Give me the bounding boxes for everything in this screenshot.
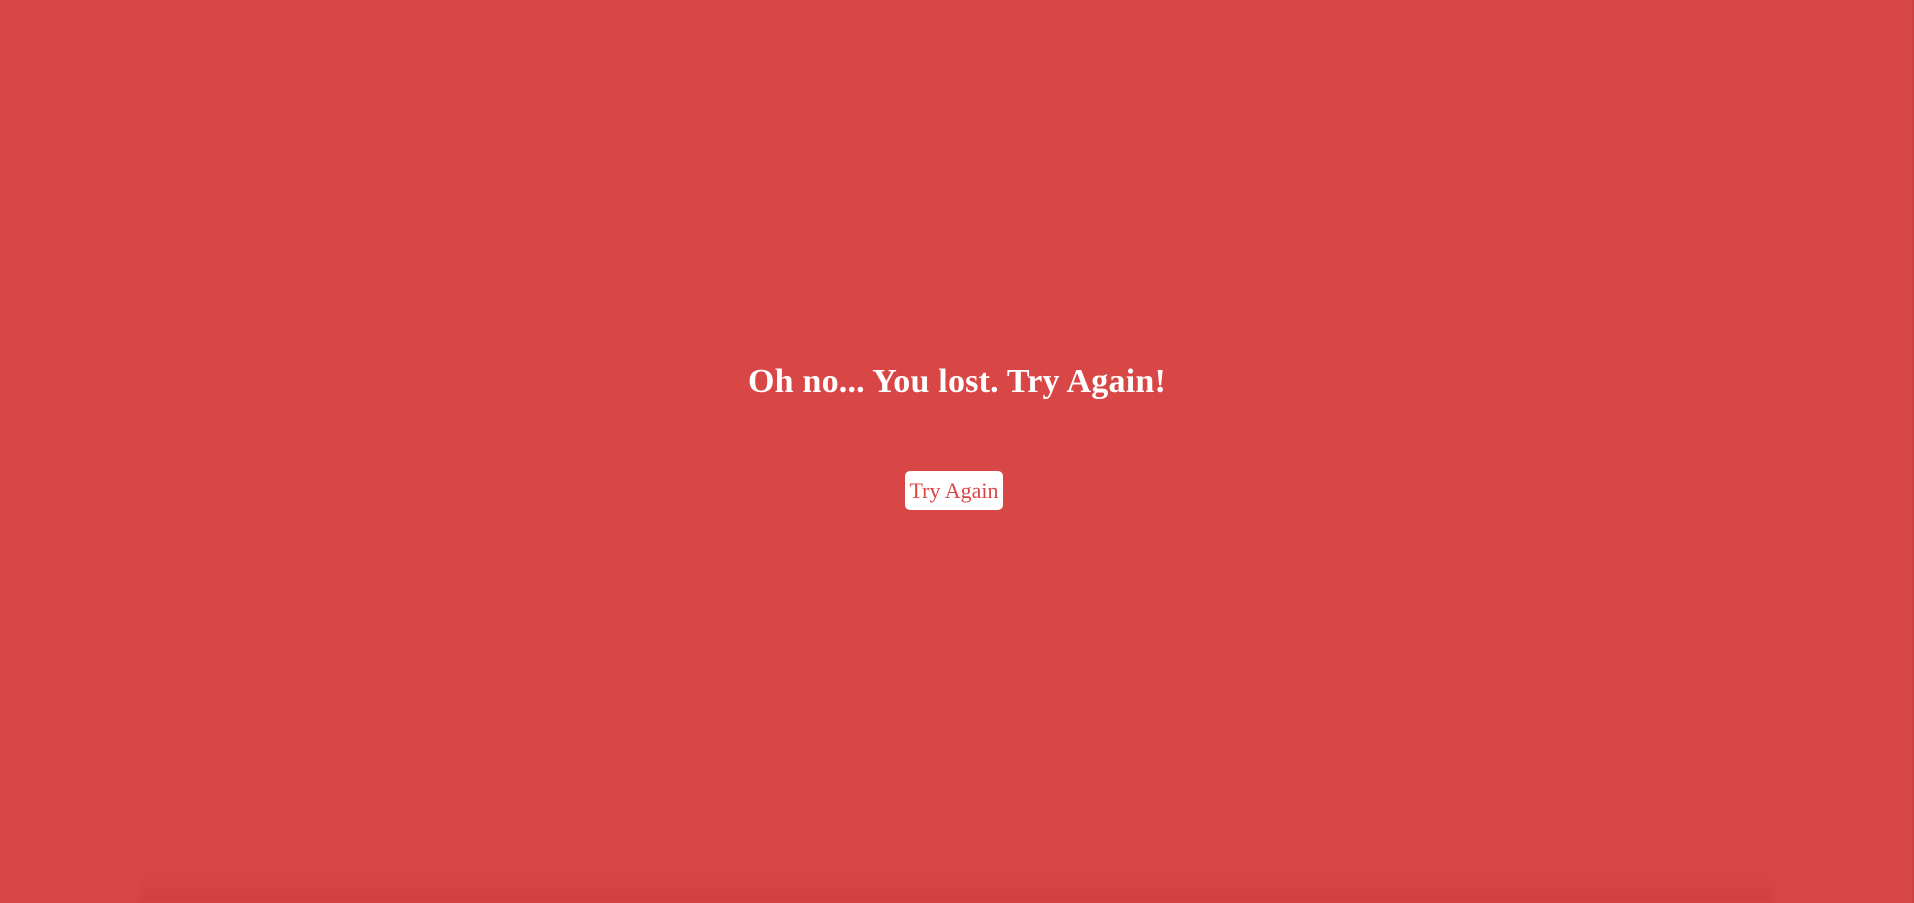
lost-message-container: Oh no... You lost. Try Again! Try Again bbox=[0, 0, 1914, 903]
lost-message-title: Oh no... You lost. Try Again! bbox=[748, 363, 1166, 400]
lost-screen: Oh no... You lost. Try Again! Try Again bbox=[0, 0, 1914, 903]
try-again-button[interactable]: Try Again bbox=[905, 471, 1003, 510]
